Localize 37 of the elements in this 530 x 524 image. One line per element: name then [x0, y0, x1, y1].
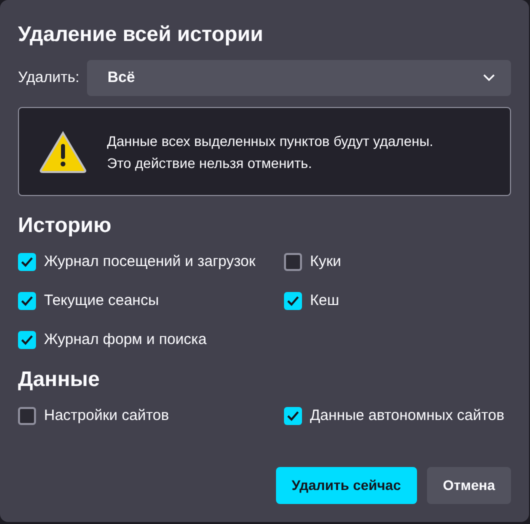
checkbox-label: Журнал посещений и загрузок — [44, 252, 256, 272]
checkbox-item[interactable]: Кеш — [284, 289, 511, 313]
checkbox-label: Текущие сеансы — [44, 290, 159, 311]
checkbox-item[interactable]: Данные автономных сайтов — [284, 404, 511, 428]
checkbox-label: Куки — [310, 252, 342, 272]
range-label: Удалить: — [18, 68, 80, 88]
section-heading: Данные — [18, 367, 101, 393]
checkbox[interactable] — [284, 407, 302, 425]
checkmark-icon — [287, 411, 299, 421]
checkbox-item[interactable]: Текущие сеансы — [18, 289, 284, 313]
checkbox[interactable] — [18, 292, 36, 310]
checkbox-item[interactable]: Журнал посещений и загрузок — [18, 250, 284, 274]
checkbox[interactable] — [284, 292, 302, 310]
delete-now-button[interactable]: Удалить сейчас — [276, 467, 417, 504]
section-heading: Историю — [18, 213, 112, 239]
checkbox-label: Данные автономных сайтов — [310, 406, 504, 426]
warning-text: Это действие нельзя отменить. — [107, 154, 313, 172]
checkmark-icon — [287, 296, 299, 306]
checkbox-label: Журнал форм и поиска — [44, 330, 207, 350]
checkbox[interactable] — [18, 331, 36, 349]
checkmark-icon — [21, 296, 33, 306]
range-dropdown[interactable]: Всё — [87, 60, 511, 96]
checkbox-item[interactable]: Куки — [284, 250, 511, 274]
dialog-title: Удаление всей истории — [18, 22, 264, 48]
chevron-down-icon — [483, 74, 495, 82]
warning-icon — [39, 130, 87, 172]
checkbox-label: Настройки сайтов — [44, 406, 169, 426]
checkbox-item[interactable]: Журнал форм и поиска — [18, 328, 284, 352]
warning-text: Данные всех выделенных пунктов будут удалены. — [107, 132, 434, 150]
checkbox[interactable] — [18, 253, 36, 271]
checkbox-label: Кеш — [310, 290, 340, 311]
checkmark-icon — [21, 335, 33, 345]
checkbox-item[interactable]: Настройки сайтов — [18, 404, 284, 428]
cancel-button[interactable]: Отмена — [426, 467, 511, 504]
checkmark-icon — [21, 257, 33, 267]
checkbox[interactable] — [18, 407, 36, 425]
checkbox[interactable] — [284, 253, 302, 271]
